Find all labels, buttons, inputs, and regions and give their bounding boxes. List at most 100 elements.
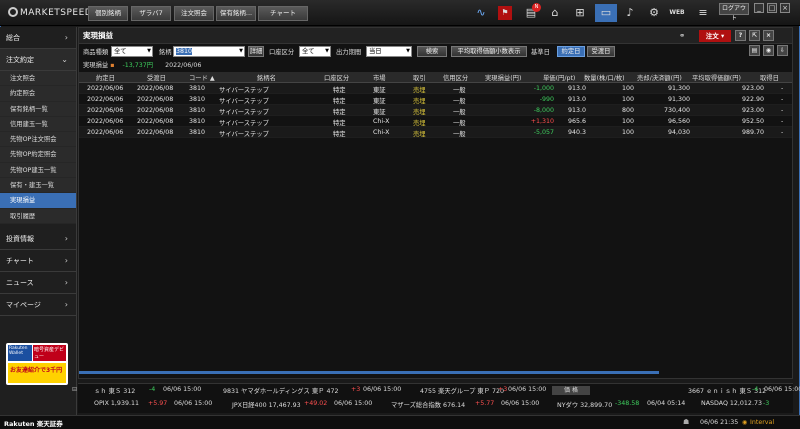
ticker-item[interactable]: -348.58 [615,400,639,407]
col-avg-cost[interactable]: 平均取得価額(円) [692,73,741,82]
base-trade-date-toggle[interactable]: 約定日 [557,46,585,57]
col-name[interactable]: 銘柄名 [257,73,276,82]
market-pulse-icon[interactable]: ∿ [472,4,490,22]
help-icon[interactable]: ? [735,30,746,41]
ticker-item[interactable]: 06/06 15:00 [163,386,201,393]
sidebar-item-chart[interactable]: チャート › [0,250,76,272]
minimize-icon[interactable]: _ [754,3,764,13]
table-row[interactable]: 2022/06/06 2022/06/08 3810 サイバーステップ 特定 Chi-X 売… [79,116,792,127]
sidebar-sub-all-positions[interactable]: 保有・建玉一覧 [0,178,76,194]
ticker-item[interactable]: 06/06 15:00 [334,400,372,407]
ticker-item[interactable]: +3 [498,386,507,393]
top-tab-order-inquiry[interactable]: 注文照会 [174,6,214,21]
ticker-price-badge[interactable]: 価 格 [552,386,590,395]
close-icon[interactable]: × [780,3,790,13]
menu-icon[interactable]: ≡ [694,4,712,22]
col-trade-date[interactable]: 約定日 [96,73,115,82]
col-pnl[interactable]: 実現損益(円) [485,73,521,82]
logout-button[interactable]: ログアウト [719,3,749,22]
alert-chart-icon[interactable]: ⚑ [498,6,512,20]
top-tab-holdings[interactable]: 保有銘柄... [216,6,256,21]
ticker-item[interactable]: -3 [763,400,769,407]
col-acq-date[interactable]: 取得日 [760,73,779,82]
detail-button[interactable]: 詳細 [248,46,264,57]
col-account[interactable]: 口座区分 [324,73,349,82]
table-row[interactable]: 2022/06/06 2022/06/08 3810 サイバーステップ 特定 東証 売埋 一般… [79,105,792,116]
export-icon[interactable]: ⇩ [777,45,788,56]
top-tab-chart[interactable]: チャート [258,6,308,21]
sidebar-sub-holdings[interactable]: 保有銘柄一覧 [0,102,76,117]
col-trade-type[interactable]: 取引 [413,73,426,82]
ticker-item[interactable]: JPX日経400 17,467.93 [232,400,301,409]
sidebar-sub-order-inquiry[interactable]: 注文照会 [0,71,76,87]
ticker-item[interactable]: NYダウ 32,899.70 [557,400,612,409]
avg-decimal-button[interactable]: 平均取得価額小数表示 [451,46,527,57]
sidebar-item-orders[interactable]: 注文約定 ⌄ [0,49,76,71]
ticker-item[interactable]: 06/06 15:00 [764,386,800,393]
symbol-input[interactable]: 3810 ▼ [173,46,245,57]
ticker-item[interactable]: +49.02 [304,400,327,407]
grid-settings-icon[interactable]: ▤ [749,45,760,56]
table-row[interactable]: 2022/06/06 2022/06/08 3810 サイバーステップ 特定 Chi-X 売… [79,127,792,138]
ticket-icon[interactable]: ▭ [595,4,617,22]
top-tab-zaraba[interactable]: ザラバ7 [131,6,171,21]
gear-icon[interactable]: ⚙ [645,4,663,22]
sidebar-sub-realized-pnl[interactable]: 実現損益 [0,193,76,209]
link-icon[interactable]: ⚭ [679,28,685,44]
ticker-pin-icon[interactable]: ⊟ [72,386,77,393]
col-market[interactable]: 市場 [373,73,386,82]
sidebar-sub-futures-orders[interactable]: 先物OP注文照会 [0,132,76,148]
ticker-item[interactable]: -4 [752,386,758,393]
refresh-icon[interactable]: ◉ [763,45,774,56]
top-tab-individual[interactable]: 個別銘柄 [88,6,128,21]
sidebar-item-mypage[interactable]: マイページ › [0,294,76,316]
search-button[interactable]: 検索 [417,46,447,57]
ticker-item[interactable]: 9831 ヤマダホールディングス 東Ｐ 472 [223,386,338,395]
col-credit[interactable]: 信用区分 [443,73,468,82]
popout-icon[interactable]: ⇱ [749,30,760,41]
ticker-item[interactable]: 4755 楽天グループ 東Ｐ 720 [420,386,504,395]
order-button[interactable]: 注文 ▾ [699,30,731,42]
horizontal-scrollbar[interactable] [79,371,659,374]
sidebar-sub-futures-executions[interactable]: 先物OP約定照会 [0,147,76,163]
cell-avg: 952.50 [741,117,764,125]
ticker-item[interactable]: 06/06 15:00 [363,386,401,393]
maximize-icon[interactable]: □ [767,3,777,13]
add-window-icon[interactable]: ⊞ [571,4,589,22]
sidebar-sub-execution-inquiry[interactable]: 約定照会 [0,86,76,102]
ticker-item[interactable]: 06/06 15:00 [508,386,546,393]
period-select[interactable]: 当日 ▼ [366,46,412,57]
ticker-item[interactable]: +5.97 [148,400,167,407]
ticker-item[interactable]: NASDAQ 12,012.73 [701,400,762,407]
col-qty[interactable]: 数量(株/口/枚) [584,73,625,82]
sidebar-item-news[interactable]: ニュース › [0,272,76,294]
ticker-item[interactable]: 06/06 15:00 [501,400,539,407]
ticker-item[interactable]: +3 [351,386,360,393]
sidebar-item-investment-info[interactable]: 投資情報 › [0,228,76,250]
sidebar-sub-margin-positions[interactable]: 信用建玉一覧 [0,117,76,133]
ticker-item[interactable]: 06/06 15:00 [174,400,212,407]
base-settle-date-toggle[interactable]: 受渡日 [587,46,615,57]
sidebar-sub-trade-history[interactable]: 取引履歴 [0,209,76,224]
web-icon[interactable]: WEB [668,4,686,22]
bell-icon[interactable]: ♪ [621,4,639,22]
sidebar-item-overview[interactable]: 総合 › [0,27,76,49]
table-row[interactable]: 2022/06/06 2022/06/08 3810 サイバーステップ 特定 東証 売埋 一般… [79,94,792,105]
col-code[interactable]: コード ▲ [189,73,215,82]
wallet-ad-banner[interactable]: Rakuten Wallet 暗号資産デビュー お友達紹介で3千円 [6,343,68,385]
ticker-item[interactable]: マザーズ総合指数 676.14 [391,400,465,409]
col-amount[interactable]: 売却/決済額(円) [637,73,682,82]
ticker-item[interactable]: ｓｈ 東Ｓ 312 [94,386,135,395]
table-row[interactable]: 2022/06/06 2022/06/08 3810 サイバーステップ 特定 東証 売埋 一般… [79,83,792,94]
ticker-item[interactable]: -4 [149,386,155,393]
sidebar-sub-futures-positions[interactable]: 先物OP建玉一覧 [0,163,76,179]
col-settle-date[interactable]: 受渡日 [147,73,166,82]
ticker-item[interactable]: +5.77 [475,400,494,407]
panel-close-icon[interactable]: × [763,30,774,41]
product-select[interactable]: 全て ▼ [111,46,153,57]
home-icon[interactable]: ⌂ [546,4,564,22]
ticker-item[interactable]: 06/04 05:14 [647,400,685,407]
col-price[interactable]: 単価(円/pt) [543,73,575,82]
ticker-item[interactable]: OPIX 1,939.11 [94,400,139,407]
account-select[interactable]: 全て ▼ [299,46,331,57]
